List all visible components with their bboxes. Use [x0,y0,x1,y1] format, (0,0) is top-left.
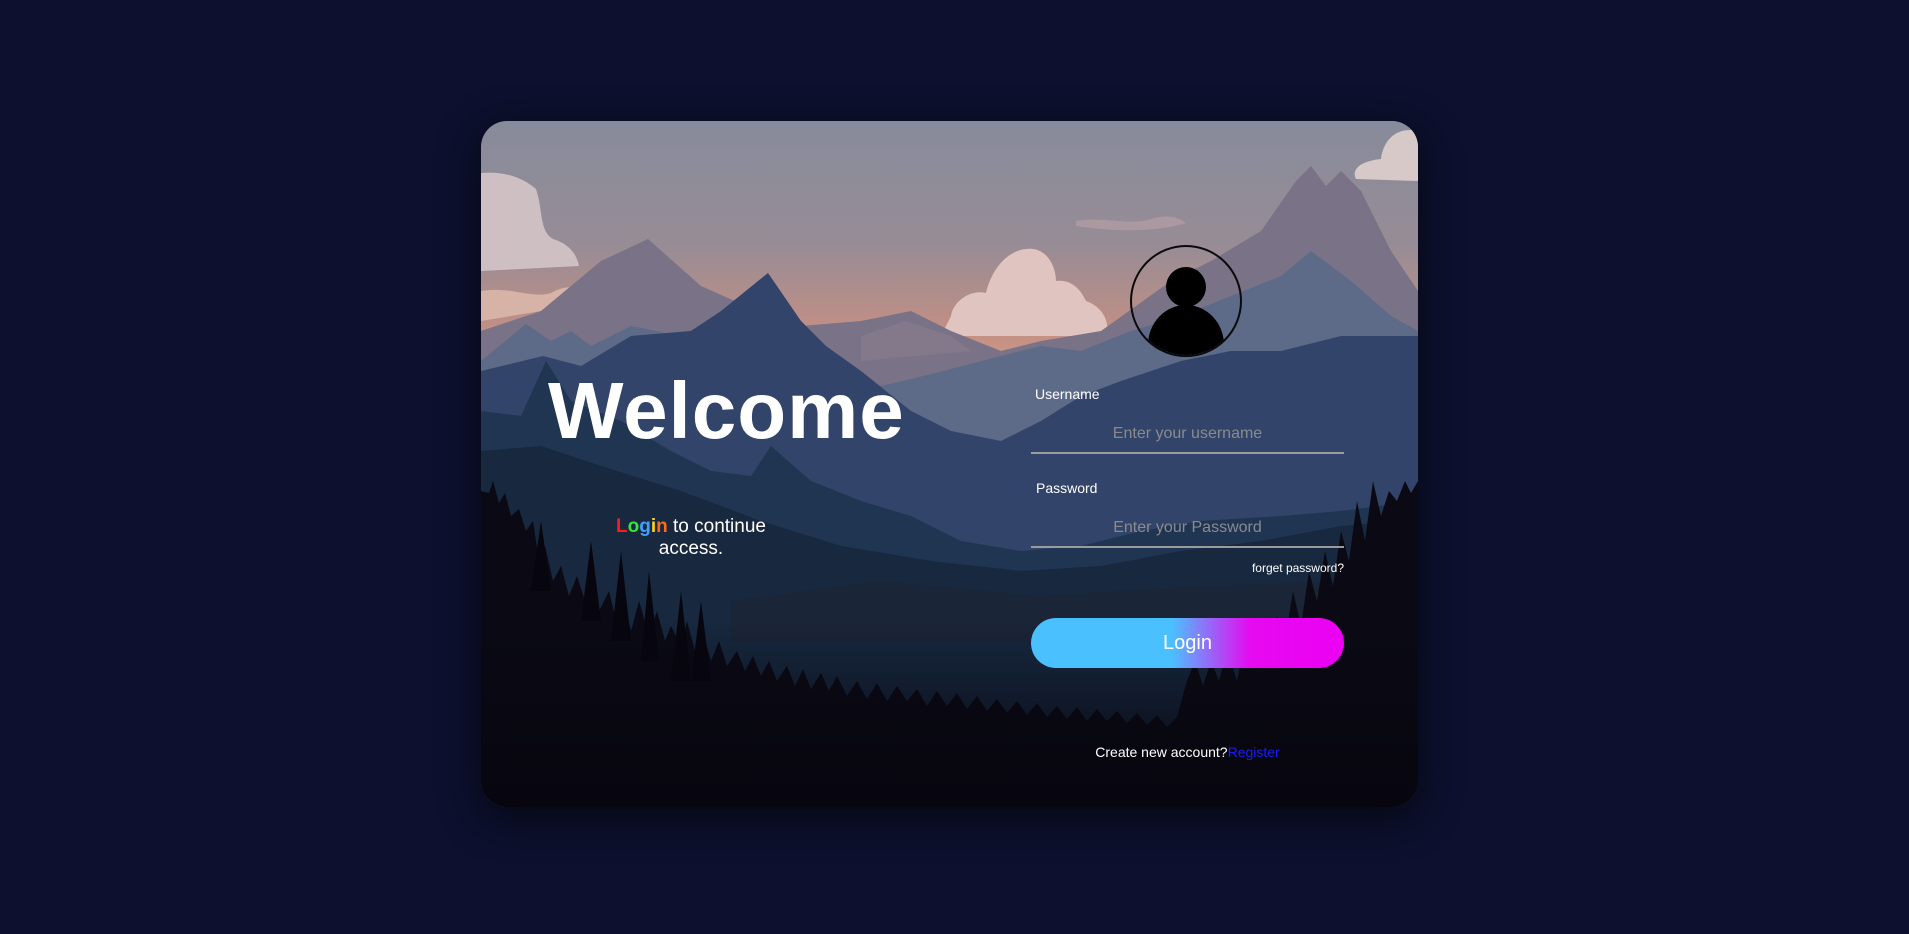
username-label: Username [1035,386,1100,402]
password-label: Password [1036,480,1098,496]
mountain-background [481,121,1418,807]
tagline-text: to continue access. [658,516,766,559]
login-button[interactable]: Login [1031,618,1344,668]
register-link[interactable]: Register [1228,744,1280,760]
tagline: Login to continue access. [591,516,791,560]
user-avatar-icon [1130,245,1242,357]
forgot-password-link[interactable]: forget password? [1244,561,1344,575]
tagline-login-word: Login [616,516,668,537]
welcome-title: Welcome [548,366,905,455]
register-row: Create new account?Register [1031,744,1344,760]
password-input[interactable] [1031,510,1344,548]
username-input[interactable] [1031,416,1344,454]
create-account-text: Create new account? [1095,744,1228,760]
login-card: Welcome Login to continue access. Userna… [481,121,1418,807]
